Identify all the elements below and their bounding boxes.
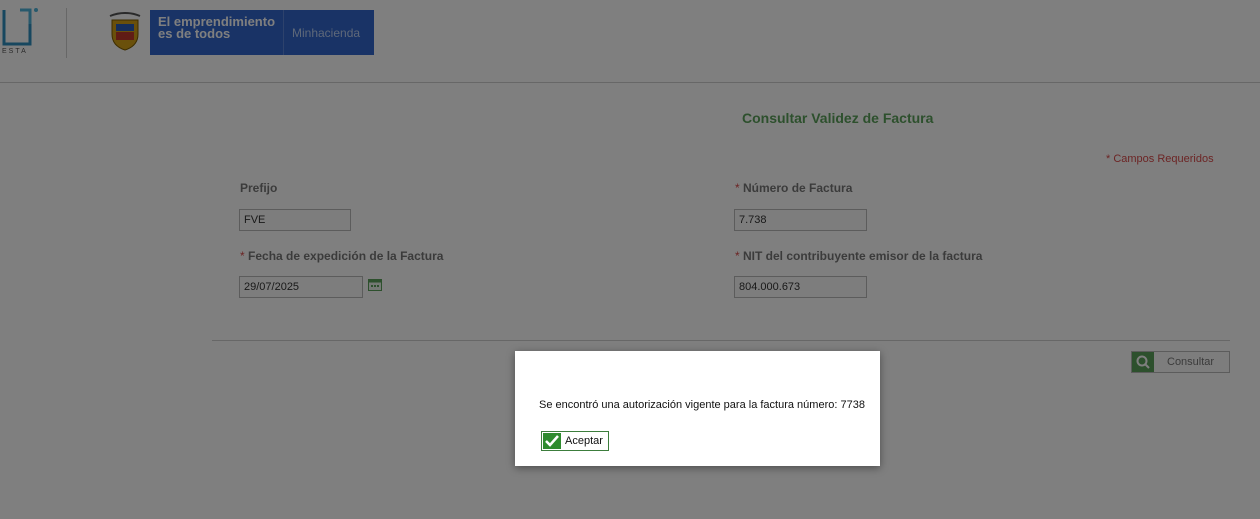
aceptar-label: Aceptar [565,435,603,447]
aceptar-button[interactable]: Aceptar [541,431,609,451]
dialog-message: Se encontró una autorización vigente par… [539,399,865,411]
check-icon [543,433,561,449]
